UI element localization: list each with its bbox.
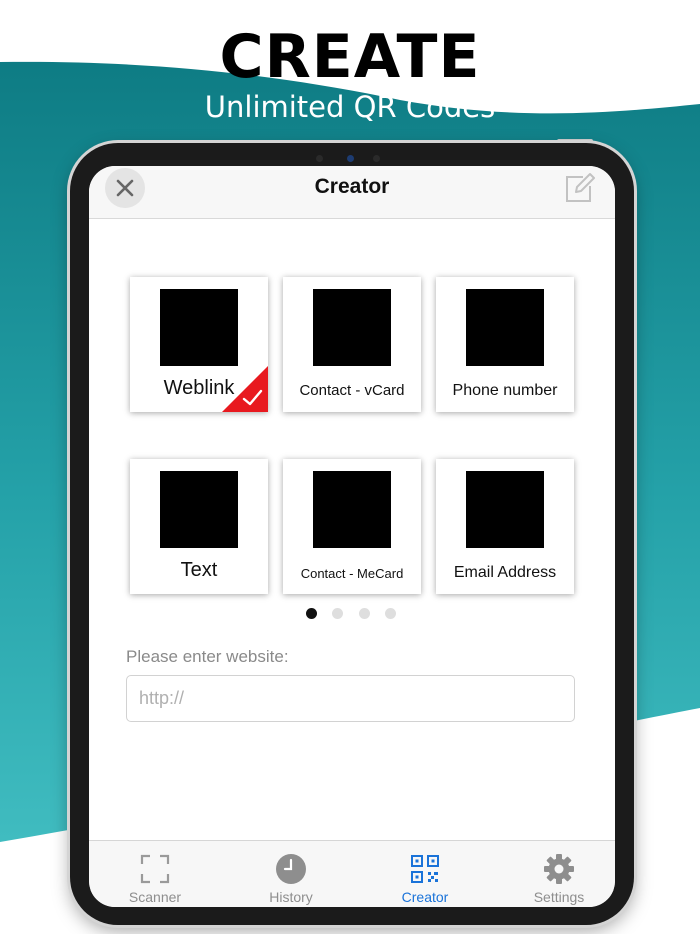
qr-placeholder (160, 289, 238, 366)
tab-history[interactable]: History (225, 841, 357, 907)
website-input-label: Please enter website: (126, 647, 289, 666)
type-label: Contact - MeCard (300, 566, 404, 581)
type-tile-vcard[interactable]: Contact - vCard (283, 277, 421, 412)
app-screen: Creator Weblink Contact - vCard Phone nu… (89, 166, 615, 907)
type-label: Text (180, 559, 218, 581)
type-tile-email-address[interactable]: Email Address (436, 459, 574, 594)
tab-label: Scanner (128, 889, 182, 905)
type-tile-text[interactable]: Text (130, 459, 268, 594)
tab-label: Creator (401, 889, 449, 905)
compose-icon (566, 173, 595, 202)
page-dot[interactable] (385, 608, 396, 619)
tab-label: History (269, 889, 313, 905)
type-label: Contact - vCard (299, 382, 405, 399)
type-label: Email Address (453, 564, 557, 581)
tab-creator[interactable]: Creator (359, 841, 491, 907)
clock-icon (276, 854, 306, 884)
qr-placeholder (313, 289, 391, 366)
promo-subtitle: Unlimited QR Codes (204, 90, 496, 124)
page-dot[interactable] (306, 608, 317, 619)
gear-icon (544, 854, 574, 884)
tab-scanner[interactable]: Scanner (89, 841, 221, 907)
type-label: Phone number (452, 382, 558, 399)
camera-bar (298, 152, 408, 164)
qr-code-icon (411, 855, 439, 883)
page-title: Creator (314, 175, 390, 198)
qr-placeholder (466, 471, 544, 548)
tab-bar: Scanner History Creator Settings (89, 840, 615, 907)
tab-label: Settings (533, 889, 585, 905)
qr-placeholder (160, 471, 238, 548)
page-dot[interactable] (332, 608, 343, 619)
checkmark-icon (222, 366, 268, 412)
qr-placeholder (466, 289, 544, 366)
type-tile-weblink[interactable]: Weblink (130, 277, 268, 412)
qr-placeholder (313, 471, 391, 548)
type-tile-phone-number[interactable]: Phone number (436, 277, 574, 412)
page-indicator[interactable] (89, 608, 615, 622)
navigation-bar: Creator (89, 166, 615, 219)
website-input[interactable] (126, 675, 575, 722)
type-tile-mecard[interactable]: Contact - MeCard (283, 459, 421, 594)
tab-settings[interactable]: Settings (493, 841, 615, 907)
page-dot[interactable] (359, 608, 370, 619)
promo-title: CREATE (219, 22, 481, 92)
scan-frame-icon (140, 854, 170, 884)
compose-button[interactable] (563, 172, 595, 204)
